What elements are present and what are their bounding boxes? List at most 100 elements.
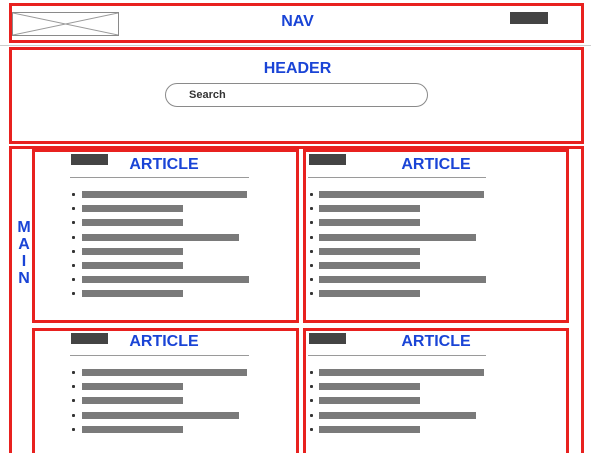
text-placeholder-bar [82,276,249,284]
text-placeholder-bar [82,262,183,269]
search-placeholder: Search [189,89,226,101]
bullet-icon [72,399,75,403]
text-placeholder-bar [319,411,476,419]
divider [308,355,486,356]
article-list [308,369,518,439]
text-placeholder-bar [319,276,486,284]
list-item [308,262,518,270]
article-tag[interactable] [309,333,346,344]
bullet-icon [72,292,75,296]
list-item [308,247,518,256]
bullet-icon [72,249,75,253]
list-item [308,425,518,434]
list-item [70,205,280,213]
text-placeholder-bar [319,247,420,255]
bullet-icon [72,385,75,389]
list-item [70,425,280,434]
list-item [308,397,518,405]
nav-button[interactable] [510,12,548,24]
bullet-icon [72,193,75,196]
divider [70,177,249,178]
bullet-icon [310,413,313,417]
divider [70,355,249,356]
article-title: ARTICLE [401,156,471,173]
main-label-letter: I [21,253,27,270]
list-item [308,411,518,420]
text-placeholder-bar [319,290,420,298]
text-placeholder-bar [82,397,183,405]
bullet-icon [72,235,75,239]
bullet-icon [72,413,75,417]
list-item [70,191,280,199]
list-item [308,383,518,391]
bullet-icon [310,221,313,225]
text-placeholder-bar [82,247,183,255]
article-list [70,369,280,439]
bullet-icon [310,264,313,267]
list-item [308,290,518,298]
text-placeholder-bar [82,205,183,213]
text-placeholder-bar [319,425,420,433]
text-placeholder-bar [82,411,239,419]
nav-label: NAV [281,13,314,30]
article-list [308,191,518,303]
text-placeholder-bar [319,219,420,227]
bullet-icon [310,371,313,374]
bullet-icon [72,221,75,225]
bullet-icon [310,385,313,389]
text-placeholder-bar [82,425,183,433]
bullet-icon [310,193,313,196]
text-placeholder-bar [82,191,247,198]
text-placeholder-bar [319,383,420,391]
article-list [70,191,280,303]
list-item [70,411,280,420]
bullet-icon [72,371,75,374]
text-placeholder-bar [82,369,247,376]
text-placeholder-bar [319,205,420,213]
header-label: HEADER [263,60,332,77]
main-label-letter: M [17,219,31,236]
bullet-icon [310,427,313,431]
bullet-icon [72,278,75,282]
divider [308,177,486,178]
list-item [70,233,280,242]
bullet-icon [310,249,313,253]
list-item [308,369,518,377]
article-tag[interactable] [309,154,346,165]
text-placeholder-bar [319,369,484,376]
bullet-icon [310,292,313,296]
list-item [70,219,280,227]
list-item [70,290,280,298]
list-item [308,191,518,199]
wireframe-canvas: NAV HEADER Search M A I N ARTICLE ARTICL… [0,0,591,453]
bullet-icon [310,235,313,239]
list-item [70,383,280,391]
bullet-icon [72,427,75,431]
bullet-icon [310,278,313,282]
list-item [308,219,518,227]
bullet-icon [72,264,75,267]
bullet-icon [310,207,313,211]
text-placeholder-bar [319,397,420,405]
main-label-letter: N [18,270,30,287]
list-item [308,276,518,284]
text-placeholder-bar [319,191,484,198]
article-title: ARTICLE [129,156,199,173]
bullet-icon [72,207,75,211]
list-item [70,247,280,256]
text-placeholder-bar [319,233,476,241]
list-item [70,262,280,270]
article-title: ARTICLE [401,333,471,350]
text-placeholder-bar [319,262,420,269]
text-placeholder-bar [82,219,183,227]
text-placeholder-bar [82,290,183,298]
list-item [70,369,280,377]
text-placeholder-bar [82,383,183,391]
bullet-icon [310,399,313,403]
text-placeholder-bar [82,233,239,241]
list-item [70,276,280,284]
main-label-letter: A [18,236,30,253]
article-title: ARTICLE [129,333,199,350]
list-item [308,233,518,242]
divider [0,45,591,46]
